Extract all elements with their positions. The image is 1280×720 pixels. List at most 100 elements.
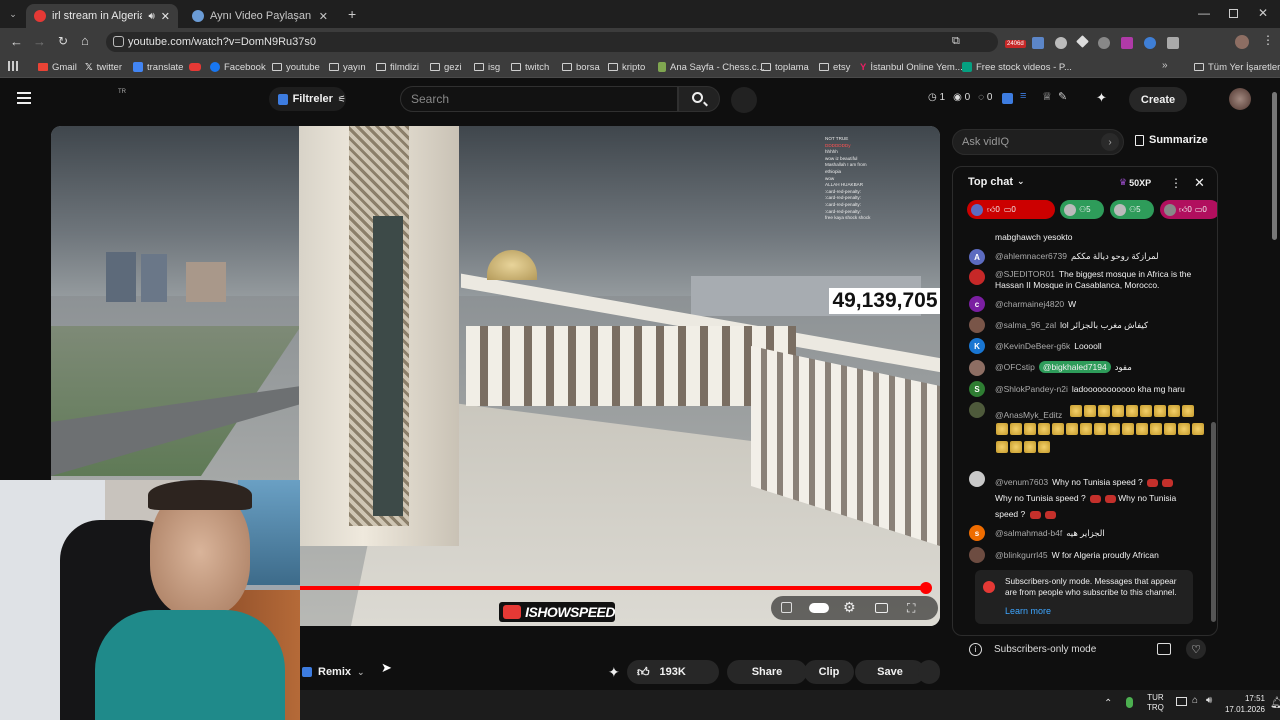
- more-bookmarks-icon[interactable]: »: [1162, 60, 1168, 71]
- tab-second[interactable]: Aynı Video Paylaşan Sayfa ✕: [184, 4, 336, 28]
- bookmark-yayin[interactable]: yayın: [329, 60, 366, 74]
- chat-chip[interactable]: 👍︎0 ▭0: [1160, 200, 1217, 219]
- maximize-icon[interactable]: [1229, 9, 1238, 18]
- chevron-up-icon[interactable]: ⌃: [1104, 698, 1112, 709]
- language-indicator[interactable]: TUR TRQ: [1147, 693, 1164, 713]
- like-button[interactable]: 👍︎ 193K: [627, 660, 719, 684]
- all-bookmarks[interactable]: Tüm Yer İşaretleri: [1194, 60, 1280, 74]
- ext-small-icon[interactable]: ✦: [608, 664, 620, 681]
- bookmark-toplama[interactable]: toplama: [761, 60, 809, 74]
- bookmark-gezi[interactable]: gezi: [430, 60, 461, 74]
- bookmark-stock[interactable]: Free stock videos - P...: [962, 60, 1072, 74]
- learn-more-link[interactable]: Learn more: [1005, 606, 1051, 616]
- home-icon[interactable]: ⌂: [81, 33, 89, 48]
- chat-close-icon[interactable]: ✕: [1194, 175, 1205, 191]
- bookmark-borsa[interactable]: borsa: [562, 60, 600, 74]
- more-actions-button[interactable]: [918, 660, 940, 684]
- vidiq-badge-icon[interactable]: [1002, 93, 1013, 104]
- bookmark-filmdizi[interactable]: filmdizi: [376, 60, 419, 74]
- save-button[interactable]: Save: [855, 660, 925, 684]
- forward-icon[interactable]: →: [33, 34, 46, 49]
- bookmark-chess[interactable]: Ana Sayfa - Chess.c...: [658, 60, 765, 74]
- bookmark-isg[interactable]: isg: [474, 60, 500, 74]
- progress-bar[interactable]: [300, 582, 932, 594]
- chat-mode-dropdown[interactable]: Top chat ⌄: [968, 176, 1025, 188]
- volume-icon[interactable]: 🔊︎: [1206, 695, 1212, 706]
- mic-icon[interactable]: [1126, 697, 1133, 708]
- dollar-icon[interactable]: [1157, 643, 1171, 655]
- tab-search-icon[interactable]: ⌄: [6, 7, 20, 21]
- list-icon[interactable]: ≡: [1020, 90, 1026, 102]
- remix-button[interactable]: Remix ⌄: [296, 660, 368, 684]
- window-close-icon[interactable]: ✕: [1258, 6, 1268, 20]
- reload-icon[interactable]: ↻: [58, 34, 68, 48]
- heart-icon[interactable]: ♡: [1186, 639, 1206, 659]
- create-button[interactable]: Create: [1129, 87, 1187, 112]
- bookmark-translate[interactable]: translate: [133, 60, 183, 74]
- omnibox[interactable]: youtube.com/watch?v=DomN9Ru37s0 ⧉: [106, 32, 998, 52]
- apps-grid-icon[interactable]: [8, 61, 18, 71]
- ext-icon[interactable]: [1032, 37, 1044, 49]
- mic-circle[interactable]: [731, 87, 757, 113]
- bookmark-gmail[interactable]: Gmail: [38, 60, 77, 74]
- menu-dots-icon[interactable]: ⋮: [1262, 33, 1274, 47]
- bookmark-facebook[interactable]: Facebook: [210, 60, 266, 74]
- extension-badge[interactable]: 2406d: [1005, 40, 1026, 48]
- tab-close-icon[interactable]: ✕: [161, 10, 170, 23]
- chat-scrollbar[interactable]: [1211, 422, 1216, 622]
- autoplay-toggle[interactable]: [809, 603, 829, 613]
- extensions-row: [1032, 35, 1179, 49]
- ext-icon[interactable]: [1098, 37, 1110, 49]
- clock[interactable]: 17:51 17.01.2026: [1215, 693, 1265, 715]
- new-tab-icon[interactable]: +: [348, 6, 356, 22]
- clip-button[interactable]: Clip: [804, 660, 854, 684]
- bookmark-twitter[interactable]: 𝕏twitter: [85, 60, 122, 74]
- search-button[interactable]: [678, 86, 720, 112]
- hamburger-menu-icon[interactable]: [17, 92, 31, 104]
- fullscreen-icon[interactable]: ⛶: [907, 601, 915, 616]
- chat-chip[interactable]: ⚇5: [1110, 200, 1154, 219]
- bookmark-kripto[interactable]: kripto: [608, 60, 645, 74]
- ext-icon[interactable]: [1076, 35, 1089, 48]
- chat-menu-icon[interactable]: ⋮: [1170, 176, 1182, 190]
- ext-icon[interactable]: [1055, 37, 1067, 49]
- trophy-icon[interactable]: ♕: [1042, 90, 1052, 103]
- bookmark-etsy[interactable]: etsy: [819, 60, 850, 74]
- summarize-button[interactable]: Summarize: [1135, 134, 1208, 146]
- install-icon[interactable]: ⧉: [952, 35, 960, 48]
- edit-icon[interactable]: ✎: [1058, 90, 1067, 103]
- minimize-icon[interactable]: —: [1198, 6, 1210, 20]
- monitor-icon[interactable]: [1176, 697, 1187, 706]
- ext-icon[interactable]: [1144, 37, 1156, 49]
- tab-close-icon[interactable]: ✕: [319, 10, 328, 23]
- progress-scrubber[interactable]: [919, 582, 932, 594]
- chat-chip[interactable]: ⚇5: [1060, 200, 1104, 219]
- puzzle-icon[interactable]: [1167, 37, 1179, 49]
- bookmark-twitch[interactable]: twitch: [511, 60, 549, 74]
- bookmark-youtube-red[interactable]: [189, 60, 201, 74]
- network-icon[interactable]: ⌂: [1192, 695, 1198, 706]
- extension-icon[interactable]: ✦: [1096, 90, 1107, 106]
- page-scrollbar[interactable]: [1272, 92, 1277, 240]
- vidiq-filter-button[interactable]: Filtreler ⚟: [269, 87, 346, 111]
- arrow-right-icon[interactable]: ›: [1101, 133, 1119, 151]
- vidiq-player-icon[interactable]: [781, 602, 792, 613]
- settings-gear-icon[interactable]: ⚙: [843, 599, 856, 616]
- avatar: A: [969, 249, 985, 265]
- user-avatar[interactable]: [1229, 88, 1251, 110]
- notification-icon[interactable]: 🔔︎: [1270, 696, 1280, 709]
- chat-chip[interactable]: 👍︎0 ▭0: [967, 200, 1055, 219]
- ext-icon[interactable]: [1121, 37, 1133, 49]
- ask-vidiq-input[interactable]: Ask vidIQ ›: [952, 129, 1124, 155]
- tab-video[interactable]: irl stream in Algeria oz - Yo 🔊︎ ✕: [26, 4, 178, 28]
- bookmark-yemek[interactable]: Y İstanbul Online Yem...: [860, 60, 963, 74]
- info-icon[interactable]: i: [969, 643, 982, 656]
- back-icon[interactable]: ←: [10, 34, 23, 49]
- profile-avatar[interactable]: [1235, 35, 1249, 49]
- bookmark-youtube[interactable]: youtube: [272, 60, 320, 74]
- site-info-icon[interactable]: [113, 36, 124, 47]
- share-button[interactable]: Share: [727, 660, 807, 684]
- search-input[interactable]: Search: [400, 86, 678, 112]
- miniplayer-icon[interactable]: [875, 603, 888, 613]
- chess-icon: [658, 62, 666, 72]
